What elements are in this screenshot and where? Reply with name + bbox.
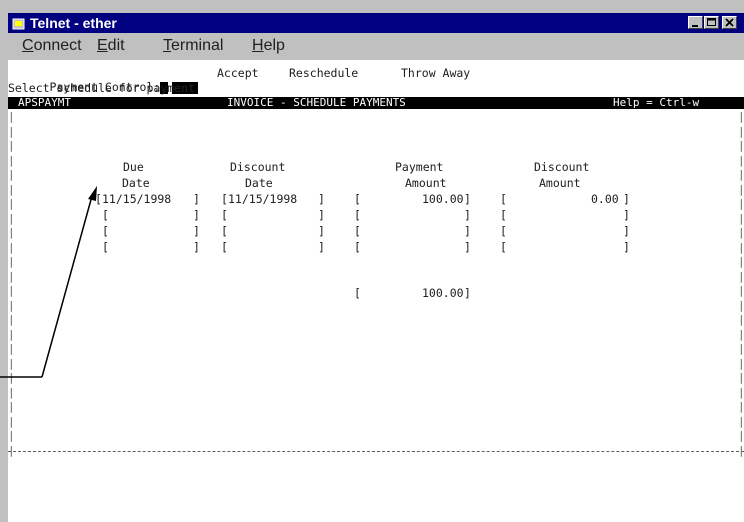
- discount-date-close-bracket: ]: [318, 224, 325, 238]
- left-border: | | | | | | | | | | | | | | | | | | | | …: [8, 110, 15, 457]
- discount-date-open-bracket: [: [221, 192, 228, 206]
- minimize-icon: [692, 25, 698, 27]
- maximize-button[interactable]: [704, 16, 719, 29]
- option-reschedule[interactable]: Reschedule: [289, 66, 358, 80]
- menu-connect[interactable]: Connect: [22, 34, 82, 58]
- menu-help[interactable]: Help: [252, 34, 285, 58]
- close-icon: [725, 18, 734, 27]
- header-payment-amount-1: Payment: [395, 160, 444, 174]
- title-bar[interactable]: Telnet - ether: [8, 13, 744, 33]
- due-date-close-bracket: ]: [193, 192, 200, 206]
- total-close-bracket: ]: [464, 286, 471, 300]
- discount-date-open-bracket: [: [221, 208, 228, 222]
- window-title: Telnet - ether: [30, 15, 117, 31]
- header-due-date-1: Due: [123, 160, 144, 174]
- prompt-text: Select schedule for payment: [8, 81, 195, 95]
- payment-amount-close-bracket: ]: [464, 224, 471, 238]
- help-hint: Help = Ctrl-w: [613, 96, 700, 109]
- discount-amount-open-bracket: [: [500, 240, 507, 254]
- due-date-field[interactable]: 11/15/1998: [102, 192, 171, 206]
- payment-amount-close-bracket: ]: [464, 208, 471, 222]
- option-throw-away[interactable]: Throw Away: [401, 66, 470, 80]
- due-date-open-bracket: [: [102, 240, 109, 254]
- due-date-close-bracket: ]: [193, 240, 200, 254]
- due-date-open-bracket: [: [95, 192, 102, 206]
- telnet-app-icon[interactable]: [12, 16, 26, 30]
- discount-date-open-bracket: [: [221, 240, 228, 254]
- due-date-open-bracket: [: [102, 224, 109, 238]
- header-discount-amount-2: Amount: [539, 176, 581, 190]
- payment-amount-open-bracket: [: [354, 208, 361, 222]
- discount-date-close-bracket: ]: [318, 192, 325, 206]
- total-open-bracket: [: [354, 286, 361, 300]
- discount-date-close-bracket: ]: [318, 208, 325, 222]
- discount-amount-close-bracket: ]: [623, 224, 630, 238]
- option-accept[interactable]: Accept: [217, 66, 259, 80]
- discount-date-field[interactable]: 11/15/1998: [228, 192, 297, 206]
- right-border: | | | | | | | | | | | | | | | | | | | | …: [738, 110, 744, 457]
- total-payment-amount: 100.00: [422, 286, 464, 300]
- maximize-icon: [707, 18, 716, 26]
- telnet-window: Telnet - ether Connect Edit Terminal Hel…: [0, 0, 744, 522]
- header-discount-date-2: Date: [245, 176, 273, 190]
- discount-amount-open-bracket: [: [500, 192, 507, 206]
- minimize-button[interactable]: [688, 16, 703, 29]
- payment-amount-open-bracket: [: [354, 192, 361, 206]
- screen-bottom-border: [8, 451, 744, 452]
- discount-amount-close-bracket: ]: [623, 240, 630, 254]
- header-discount-amount-1: Discount: [534, 160, 590, 174]
- due-date-open-bracket: [: [102, 208, 109, 222]
- screen-title: INVOICE - SCHEDULE PAYMENTS: [227, 96, 406, 109]
- terminal-screen[interactable]: Payment Control: Accept Reschedule Throw…: [8, 60, 744, 522]
- close-button[interactable]: [722, 16, 737, 29]
- payment-amount-close-bracket: ]: [464, 240, 471, 254]
- due-date-close-bracket: ]: [193, 224, 200, 238]
- menu-bar: Connect Edit Terminal Help: [8, 34, 744, 58]
- payment-amount-open-bracket: [: [354, 224, 361, 238]
- discount-amount-open-bracket: [: [500, 224, 507, 238]
- header-due-date-2: Date: [122, 176, 150, 190]
- payment-amount-close-bracket: ]: [464, 192, 471, 206]
- due-date-close-bracket: ]: [193, 208, 200, 222]
- discount-amount-open-bracket: [: [500, 208, 507, 222]
- discount-amount-close-bracket: ]: [623, 192, 630, 206]
- menu-terminal[interactable]: Terminal: [163, 34, 223, 58]
- program-code: APSPAYMT: [18, 96, 71, 109]
- payment-amount-field[interactable]: 100.00: [422, 192, 464, 206]
- header-discount-date-1: Discount: [230, 160, 286, 174]
- screen-header-bar: APSPAYMT INVOICE - SCHEDULE PAYMENTS Hel…: [8, 97, 744, 109]
- discount-date-open-bracket: [: [221, 224, 228, 238]
- menu-edit[interactable]: Edit: [97, 34, 125, 58]
- discount-amount-field[interactable]: 0.00: [591, 192, 619, 206]
- discount-date-close-bracket: ]: [318, 240, 325, 254]
- header-payment-amount-2: Amount: [405, 176, 447, 190]
- discount-amount-close-bracket: ]: [623, 208, 630, 222]
- payment-amount-open-bracket: [: [354, 240, 361, 254]
